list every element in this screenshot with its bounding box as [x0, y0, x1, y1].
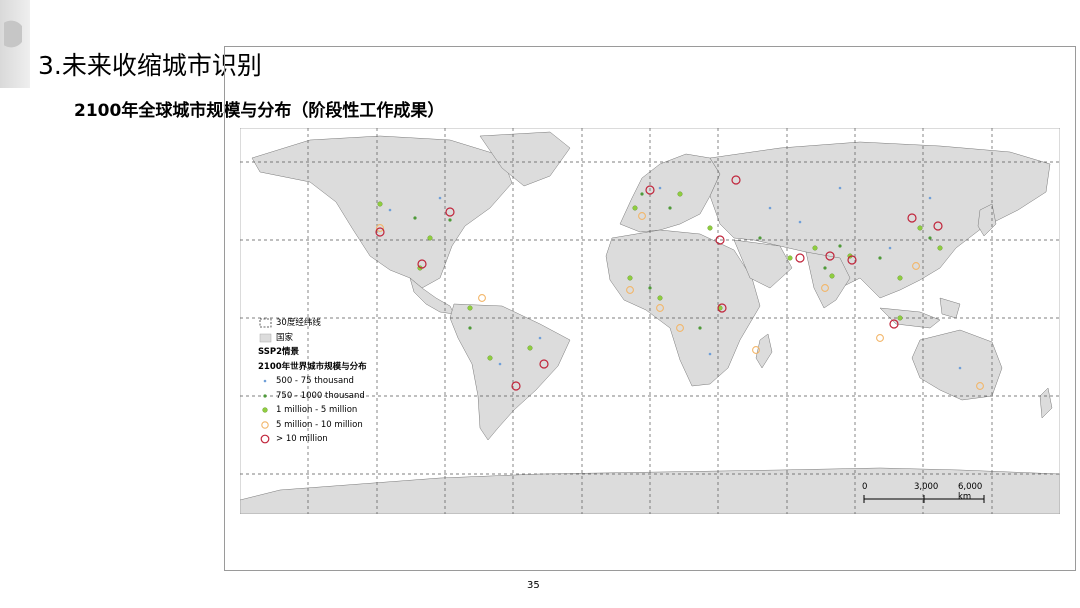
scale-label-0: 0: [862, 482, 868, 492]
green-dot-icon: [258, 404, 272, 416]
legend-title: 2100年世界城市规模与分布: [258, 361, 367, 372]
legend-class-1: 500 - 75 thousand: [258, 374, 367, 389]
legend-class-3: 1 million - 5 million: [258, 403, 367, 418]
page-number: 35: [527, 580, 540, 591]
legend-class-2: 750 - 1000 thousand: [258, 389, 367, 404]
filled-box-icon: [258, 332, 272, 344]
legend-graticule: 30度经纬线: [258, 316, 367, 331]
corner-decoration: [0, 0, 30, 88]
legend-class-5: > 10 million: [258, 432, 367, 447]
orange-ring-icon: [258, 419, 272, 431]
dashed-box-icon: [258, 317, 272, 329]
legend-class-4: 5 million - 10 million: [258, 418, 367, 433]
small-green-dot-icon: [258, 390, 272, 402]
legend-class-label: 750 - 1000 thousand: [276, 390, 365, 401]
scale-bar: 0 3,000 6,000 km: [860, 480, 990, 504]
legend-class-label: > 10 million: [276, 434, 328, 444]
legend-class-label: 500 - 75 thousand: [276, 376, 354, 386]
legend-country-label: 国家: [276, 332, 294, 343]
legend-scenario: SSP2情景: [258, 347, 300, 357]
legend-class-label: 1 million - 5 million: [276, 405, 358, 415]
legend-country: 国家: [258, 331, 367, 346]
scale-label-3000: 3,000: [914, 482, 939, 492]
small-blue-dot-icon: [258, 375, 272, 387]
scale-bar-line: [863, 495, 985, 503]
map-legend: 30度经纬线 国家 SSP2情景 2100年世界城市规模与分布 500 - 75…: [258, 316, 367, 447]
red-ring-icon: [258, 433, 272, 445]
legend-class-label: 5 million - 10 million: [276, 419, 363, 430]
legend-graticule-label: 30度经纬线: [276, 318, 321, 328]
